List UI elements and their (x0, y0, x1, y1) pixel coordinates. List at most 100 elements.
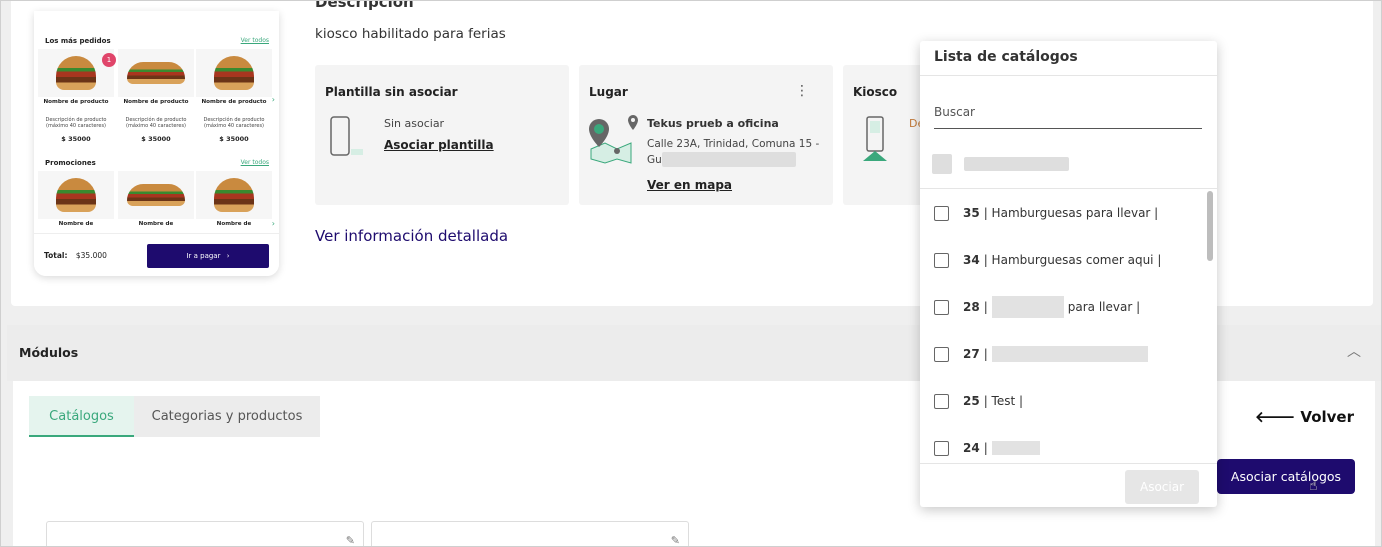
product-name: Nombre de producto (123, 99, 189, 105)
catalog-id: 35 (963, 206, 980, 220)
template-card: Plantilla sin asociar Sin asociar Asocia… (315, 65, 569, 205)
checkbox[interactable] (934, 393, 949, 409)
cart-footer: Total: $35.000 Ir a pagar › (34, 233, 279, 276)
see-all-link: Ver todos (240, 159, 269, 166)
product-card: Nombre de producto Descripción de produc… (118, 49, 194, 145)
product-desc: Descripción de producto (máximo 40 carac… (125, 117, 187, 130)
tab-categories-products[interactable]: Categorias y productos (134, 396, 320, 437)
chevron-right-icon: › (271, 219, 275, 228)
catalog-list: 35 | Hamburguesas para llevar | 34 | Ham… (920, 189, 1207, 463)
cart-badge: 1 (102, 53, 116, 67)
burger-image (214, 178, 254, 212)
template-card-title: Plantilla sin asociar (325, 85, 458, 99)
product-card: Nombre de producto Descripción de produc… (196, 49, 272, 145)
redacted-text (991, 346, 1148, 362)
chevron-right-icon: › (226, 252, 230, 260)
description-text: kiosco habilitado para ferias (315, 26, 506, 42)
product-price: $ 35000 (141, 135, 171, 143)
product-desc: Descripción de producto (máximo 40 carac… (203, 117, 265, 130)
product-name: Nombre de (138, 221, 174, 227)
app-frame: Los más pedidos Ver todos Nombre de prod… (0, 0, 1382, 547)
list-item[interactable]: 28 | para llevar | (934, 296, 1141, 318)
see-all-link: Ver todos (240, 37, 269, 44)
catalog-list-title: Lista de catálogos (934, 49, 1078, 65)
promotions-title: Promociones (45, 159, 96, 167)
total-value: $35.000 (75, 251, 107, 260)
associate-button[interactable]: Asociar (1125, 470, 1199, 504)
more-options-icon[interactable]: ⋮ (795, 83, 809, 99)
tab-catalogs[interactable]: Catálogos (29, 396, 134, 437)
catalog-name: | Test | (983, 394, 1024, 408)
total-label: Total: (44, 251, 68, 260)
catalog-id: 27 (963, 347, 980, 361)
most-ordered-title: Los más pedidos (45, 37, 111, 45)
burger-image (56, 178, 96, 212)
catalog-id: 25 (963, 394, 980, 408)
catalog-id: 28 (963, 300, 980, 314)
product-price: $ 35000 (219, 135, 249, 143)
pay-button-label: Ir a pagar (186, 252, 221, 260)
list-item[interactable]: 25 | Test | (934, 391, 1023, 411)
redacted-checkbox (932, 154, 952, 174)
see-details-link[interactable]: Ver información detallada (315, 227, 508, 245)
list-item[interactable]: 34 | Hamburguesas comer aqui | (934, 250, 1161, 270)
checkbox[interactable] (934, 440, 949, 456)
chevron-right-icon: › (271, 95, 275, 104)
modules-title: Módulos (19, 345, 79, 360)
checkbox[interactable] (934, 299, 949, 315)
template-status: Sin asociar (384, 117, 445, 130)
place-card-title: Lugar (589, 85, 628, 99)
location-icon (628, 115, 638, 130)
burger-image (214, 56, 254, 90)
list-item[interactable]: 35 | Hamburguesas para llevar | (934, 203, 1158, 223)
product-name: Nombre de producto (201, 99, 267, 105)
catalog-name: | (983, 347, 988, 361)
list-item[interactable]: 27 | (934, 344, 1148, 364)
catalog-card: ✎ (46, 521, 364, 546)
catalog-card: ✎ (371, 521, 689, 546)
phone-template-icon (330, 116, 363, 156)
checkbox[interactable] (934, 346, 949, 362)
view-map-link[interactable]: Ver en mapa (647, 178, 732, 192)
redacted-text (662, 152, 796, 167)
pay-button: Ir a pagar › (147, 244, 269, 268)
dropdown-footer: Asociar (920, 463, 1217, 507)
catalog-name: | (983, 441, 988, 455)
product-name: Nombre de producto (43, 99, 109, 105)
back-button[interactable]: 🡐 Volver (1255, 407, 1354, 426)
description-title: Descripción (315, 0, 414, 11)
hand-cursor-icon: ☝ (1309, 478, 1318, 494)
associate-catalogs-button[interactable]: Asociar catálogos (1217, 459, 1355, 494)
catalog-name: | (983, 300, 988, 314)
edit-icon[interactable]: ✎ (671, 534, 680, 546)
product-price: $ 35000 (61, 135, 91, 143)
product-name: Nombre de (58, 221, 94, 227)
catalog-search-input[interactable] (934, 96, 1202, 129)
associate-template-link[interactable]: Asociar plantilla (384, 138, 494, 152)
kiosk-icon (863, 116, 887, 161)
redacted-text (991, 296, 1064, 318)
catalog-name: | Hamburguesas comer aqui | (983, 253, 1162, 267)
redacted-text (964, 157, 1069, 171)
catalog-name-tail: para llevar | (1067, 300, 1141, 314)
kiosk-card-title: Kiosco (853, 85, 898, 99)
place-name: Tekus prueb a oficina (647, 117, 779, 130)
product-name: Nombre de (216, 221, 252, 227)
template-preview: Los más pedidos Ver todos Nombre de prod… (34, 11, 279, 276)
checkbox[interactable] (934, 205, 949, 221)
catalog-id: 34 (963, 253, 980, 267)
scrollbar-thumb[interactable] (1207, 191, 1213, 261)
checkbox[interactable] (934, 252, 949, 268)
place-address-line1: Calle 23A, Trinidad, Comuna 15 - (647, 138, 820, 150)
edit-icon[interactable]: ✎ (346, 534, 355, 546)
burger-image (56, 56, 96, 90)
place-card: Lugar ⋮ Tekus prueb a oficina Calle 23A,… (579, 65, 833, 205)
catalog-id: 24 (963, 441, 980, 455)
redacted-text (991, 441, 1040, 455)
catalog-list-dropdown: Lista de catálogos 35 | Hamburguesas par… (920, 41, 1217, 507)
product-desc: Descripción de producto (máximo 40 carac… (45, 117, 107, 130)
chevron-up-icon[interactable]: ︿ (1347, 341, 1361, 361)
burger-image (127, 184, 185, 206)
list-item[interactable]: 24 | (934, 438, 1040, 458)
cart-total: Total: $35.000 (44, 251, 107, 260)
